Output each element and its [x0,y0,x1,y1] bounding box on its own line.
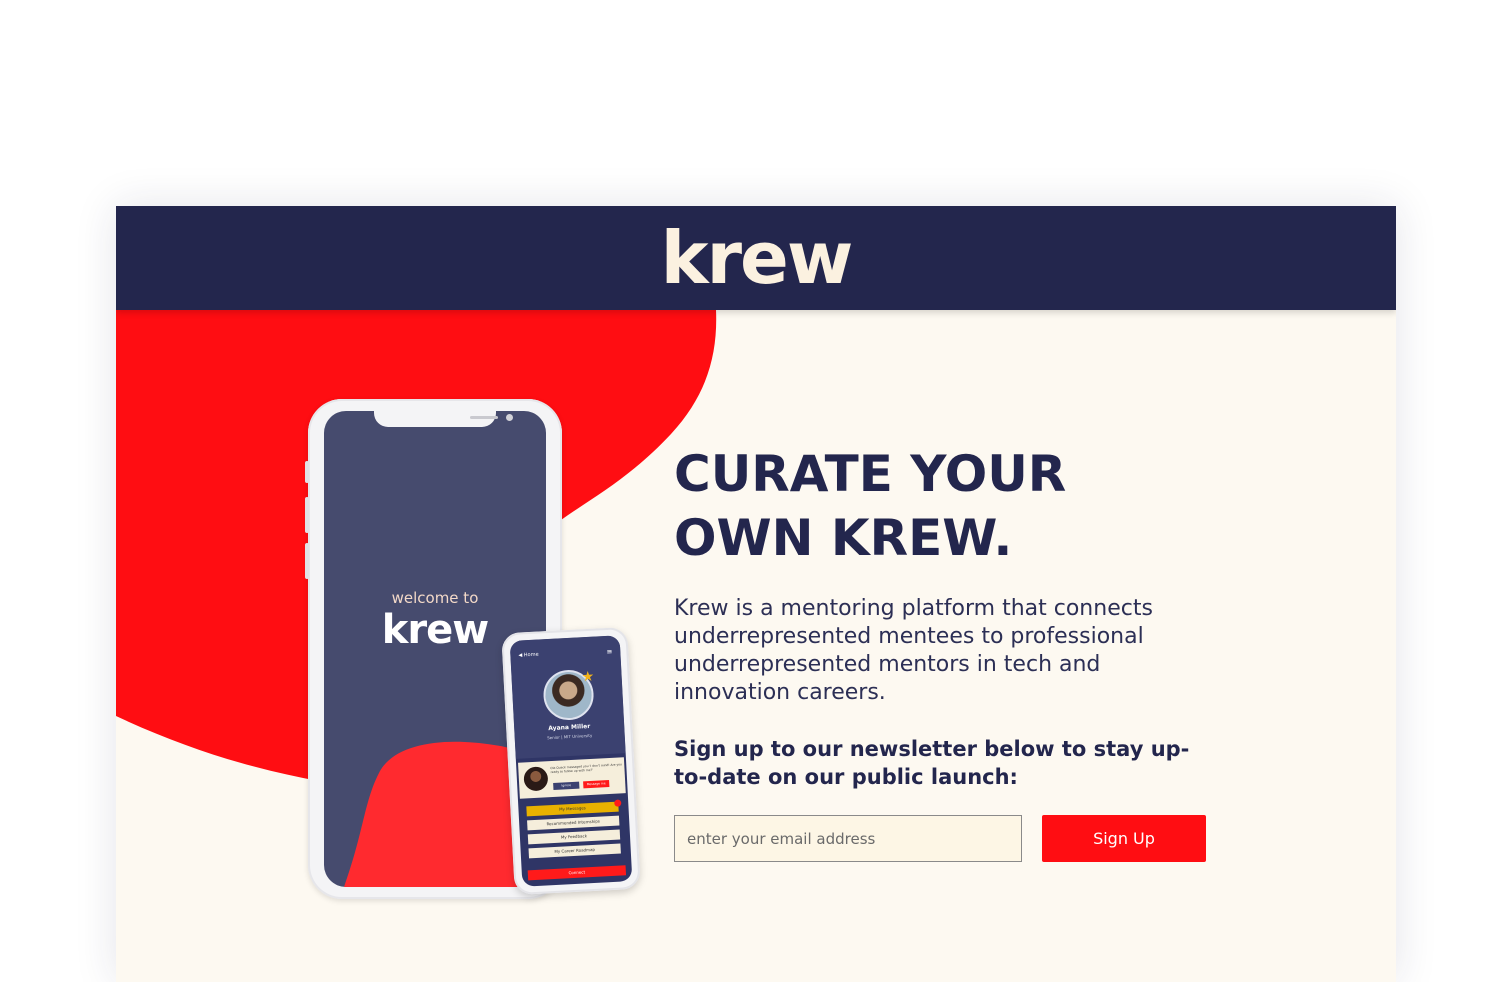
page-title: CURATE YOUR OWN KREW. [674,442,1066,570]
phone-mockup-small: ◀ Home ≡ ★ Ayana Miller Senior | MIT Uni… [501,626,641,896]
phone-side-button [305,497,309,533]
star-badge-icon: ★ [581,668,595,686]
headline-line-2: OWN KREW. [674,509,1013,567]
hero-description: Krew is a mentoring platform that connec… [674,596,1153,705]
sign-up-button[interactable]: Sign Up [1042,815,1206,862]
email-field[interactable] [674,815,1022,862]
avatar [523,766,549,792]
site-header: krew [116,206,1396,310]
newsletter-prompt: Sign up to our newsletter below to stay … [674,737,1190,789]
message-preview: Ola Quack messaged you 'I don't mind! Ar… [550,762,623,775]
menu-item: Recommended Internships [527,815,620,831]
phone-notch [374,411,513,427]
connect-button: Connect [527,865,627,881]
phone-side-button [305,543,309,579]
back-home-link: ◀ Home [518,651,539,659]
krew-logo[interactable]: krew [116,216,1396,300]
phone-screen-profile: ◀ Home ≡ ★ Ayana Miller Senior | MIT Uni… [509,635,633,887]
ignore-button: Ignore [553,781,580,790]
speaker-icon [470,416,498,419]
landing-page: krew welcome to krew ◀ Home ≡ ★ Ayana Mi… [116,206,1396,982]
message-card: Ola Quack messaged you 'I don't mind! Ar… [518,757,626,799]
hamburger-menu-icon: ≡ [606,647,613,656]
headline-line-1: CURATE YOUR [674,445,1067,503]
camera-icon [506,414,513,421]
menu-item: My Career Roadmap [528,843,621,859]
menu-item: My Feedback [527,829,621,845]
message-button: Message me [583,780,610,789]
menu-item: My Messages [526,801,619,817]
notification-dot [614,799,622,807]
phone-side-button [305,461,309,483]
welcome-text: welcome to [391,589,479,607]
